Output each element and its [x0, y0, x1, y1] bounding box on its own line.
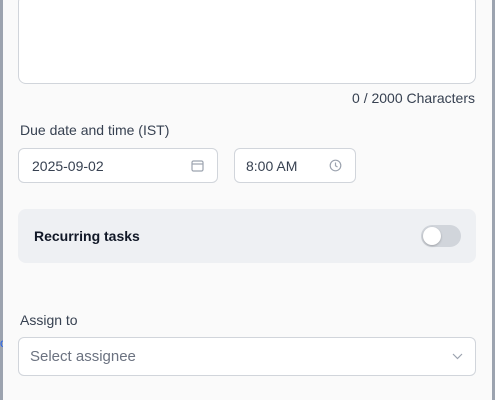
task-form-panel: 0 / 2000 Characters Due date and time (I… — [3, 0, 492, 400]
calendar-icon[interactable] — [190, 159, 204, 173]
due-time-input[interactable]: 8:00 AM — [234, 148, 356, 183]
due-time-value: 8:00 AM — [246, 157, 298, 174]
character-counter: 0 / 2000 Characters — [352, 90, 475, 106]
assignee-select[interactable]: Select assignee — [18, 337, 476, 376]
due-date-value: 2025-09-02 — [32, 157, 104, 174]
chevron-down-icon — [452, 353, 463, 360]
due-date-input[interactable]: 2025-09-02 — [18, 148, 218, 183]
assignee-placeholder: Select assignee — [30, 348, 136, 365]
clock-icon[interactable] — [328, 159, 342, 173]
assign-to-label: Assign to — [20, 312, 78, 328]
toggle-knob — [423, 227, 441, 245]
due-date-label: Due date and time (IST) — [20, 122, 170, 138]
recurring-tasks-toggle[interactable] — [421, 225, 461, 247]
recurring-tasks-label: Recurring tasks — [34, 228, 140, 244]
recurring-tasks-card: Recurring tasks — [18, 209, 476, 263]
description-textarea[interactable] — [18, 0, 476, 84]
